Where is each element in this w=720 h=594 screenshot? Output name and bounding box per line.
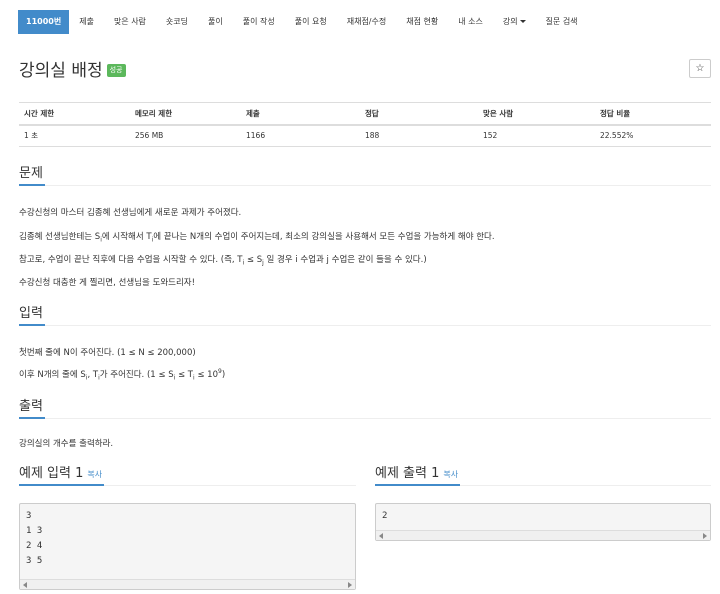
input-section-label: 입력 — [19, 304, 45, 326]
output-section-label: 출력 — [19, 397, 45, 419]
text-fragment: ≤ T — [175, 370, 193, 380]
tab-lecture-dropdown[interactable]: 강의 — [493, 10, 536, 34]
horizontal-scrollbar[interactable] — [376, 530, 710, 540]
scroll-right-icon[interactable] — [703, 533, 707, 539]
problem-section-heading: 문제 — [19, 164, 711, 186]
text-fragment: 일 경우 i 수업과 j 수업은 같이 들을 수 있다.) — [263, 255, 427, 265]
text-fragment: 이후 N개의 줄에 S — [19, 370, 86, 380]
problem-description-1: 수강신청의 마스터 김종혜 선생님에게 새로운 과제가 주어졌다. — [19, 208, 242, 218]
header-accept-ratio: 정답 비율 — [595, 102, 711, 126]
scroll-left-icon[interactable] — [23, 582, 27, 588]
input-description-2: 이후 N개의 줄에 Si, Ti가 주어진다. (1 ≤ Si ≤ Ti ≤ 1… — [19, 368, 225, 382]
sample-input-box[interactable]: 3 1 3 2 4 3 5 — [19, 503, 356, 590]
table-header-row: 시간 제한 메모리 제한 제출 정답 맞은 사람 정답 비율 — [19, 102, 711, 126]
tab-lecture-label: 강의 — [502, 17, 518, 26]
header-accepted-users: 맞은 사람 — [478, 102, 595, 126]
scroll-right-icon[interactable] — [348, 582, 352, 588]
sample-output-box[interactable]: 2 — [375, 503, 711, 541]
tab-accepted-users[interactable]: 맞은 사람 — [104, 10, 156, 34]
caret-down-icon — [519, 20, 526, 23]
sample-output-heading: 예제 출력 1 복사 — [375, 464, 711, 486]
submissions-value: 1166 — [241, 124, 360, 147]
text-fragment: ≤ 10 — [194, 370, 218, 380]
accepted-users-value: 152 — [478, 124, 595, 147]
text-fragment: , T — [87, 370, 99, 380]
sample-input-label: 예제 입력 1 복사 — [19, 464, 105, 486]
tab-solutions[interactable]: 풀이 — [198, 10, 233, 34]
problem-section-label: 문제 — [19, 164, 45, 186]
sample-input-line: 3 — [26, 511, 32, 521]
sample-input-line: 2 4 — [26, 541, 43, 551]
tab-submit[interactable]: 제출 — [69, 10, 104, 34]
sample-output-content: 2 — [376, 504, 710, 529]
accepted-value: 188 — [360, 124, 478, 147]
tab-problem[interactable]: 11000번 — [18, 10, 70, 34]
table-row: 1 초 256 MB 1166 188 152 22.552% — [19, 124, 711, 147]
horizontal-scrollbar[interactable] — [20, 579, 355, 589]
copy-sample-input-link[interactable]: 복사 — [87, 470, 102, 479]
header-accepted: 정답 — [360, 102, 478, 126]
sample-output-label: 예제 출력 1 복사 — [375, 464, 461, 486]
header-memory-limit: 메모리 제한 — [130, 102, 241, 126]
tab-request-solution[interactable]: 풀이 요청 — [285, 10, 337, 34]
favorite-star-button[interactable]: ☆ — [689, 59, 711, 78]
scroll-left-icon[interactable] — [379, 533, 383, 539]
sample-output-line: 2 — [382, 511, 388, 521]
text-fragment: ) — [221, 370, 226, 380]
header-submissions: 제출 — [241, 102, 360, 126]
problem-description-4: 수강신청 대충한 게 찔리면, 선생님을 도와드리자! — [19, 278, 196, 288]
sample-output-title: 예제 출력 1 — [375, 466, 440, 481]
text-fragment: ≤ S — [244, 255, 263, 265]
tab-status[interactable]: 채점 현황 — [396, 10, 448, 34]
tab-question-search[interactable]: 질문 검색 — [536, 10, 588, 34]
output-description: 강의실의 개수를 출력하라. — [19, 439, 114, 449]
sample-input-line: 3 5 — [26, 556, 43, 566]
problem-info-table: 시간 제한 메모리 제한 제출 정답 맞은 사람 정답 비율 1 초 256 M… — [19, 102, 711, 147]
tab-short-coding[interactable]: 숏코딩 — [156, 10, 198, 34]
problem-description-3: 참고로, 수업이 끝난 직후에 다음 수업을 시작할 수 있다. (즉, Ti … — [19, 253, 427, 267]
text-fragment: 가 주어진다. (1 ≤ S — [99, 370, 174, 380]
star-icon: ☆ — [695, 63, 705, 74]
text-fragment: 에 시작해서 T — [101, 232, 152, 242]
sample-input-line: 1 3 — [26, 526, 43, 536]
sample-input-title: 예제 입력 1 — [19, 466, 84, 481]
tab-my-source[interactable]: 내 소스 — [448, 10, 493, 34]
input-description-1: 첫번째 줄에 N이 주어진다. (1 ≤ N ≤ 200,000) — [19, 348, 196, 358]
header-time-limit: 시간 제한 — [19, 102, 130, 126]
input-section-heading: 입력 — [19, 304, 711, 326]
memory-limit-value: 256 MB — [130, 124, 241, 147]
time-limit-value: 1 초 — [19, 124, 130, 147]
text-fragment: 에 끝나는 N개의 수업이 주어지는데, 최소의 강의실을 사용해서 모든 수업… — [153, 232, 495, 242]
text-fragment: 참고로, 수업이 끝난 직후에 다음 수업을 시작할 수 있다. (즉, T — [19, 255, 243, 265]
output-section-heading: 출력 — [19, 397, 711, 419]
problem-title-row: 강의실 배정 성공 — [19, 56, 126, 81]
tab-rejudge[interactable]: 재채점/수정 — [337, 10, 397, 34]
sample-input-content: 3 1 3 2 4 3 5 — [20, 504, 355, 574]
problem-description-2: 김종혜 선생님한테는 Si에 시작해서 Ti에 끝나는 N개의 수업이 주어지는… — [19, 230, 495, 244]
tab-write-solution[interactable]: 풀이 작성 — [233, 10, 285, 34]
copy-sample-output-link[interactable]: 복사 — [443, 470, 458, 479]
text-fragment: 김종혜 선생님한테는 S — [19, 232, 101, 242]
problem-title: 강의실 배정 — [19, 61, 103, 81]
status-badge: 성공 — [106, 64, 126, 77]
accept-ratio-value: 22.552% — [595, 124, 711, 147]
problem-menu: 11000번 제출 맞은 사람 숏코딩 풀이 풀이 작성 풀이 요청 재채점/수… — [18, 10, 588, 34]
sample-input-heading: 예제 입력 1 복사 — [19, 464, 356, 486]
